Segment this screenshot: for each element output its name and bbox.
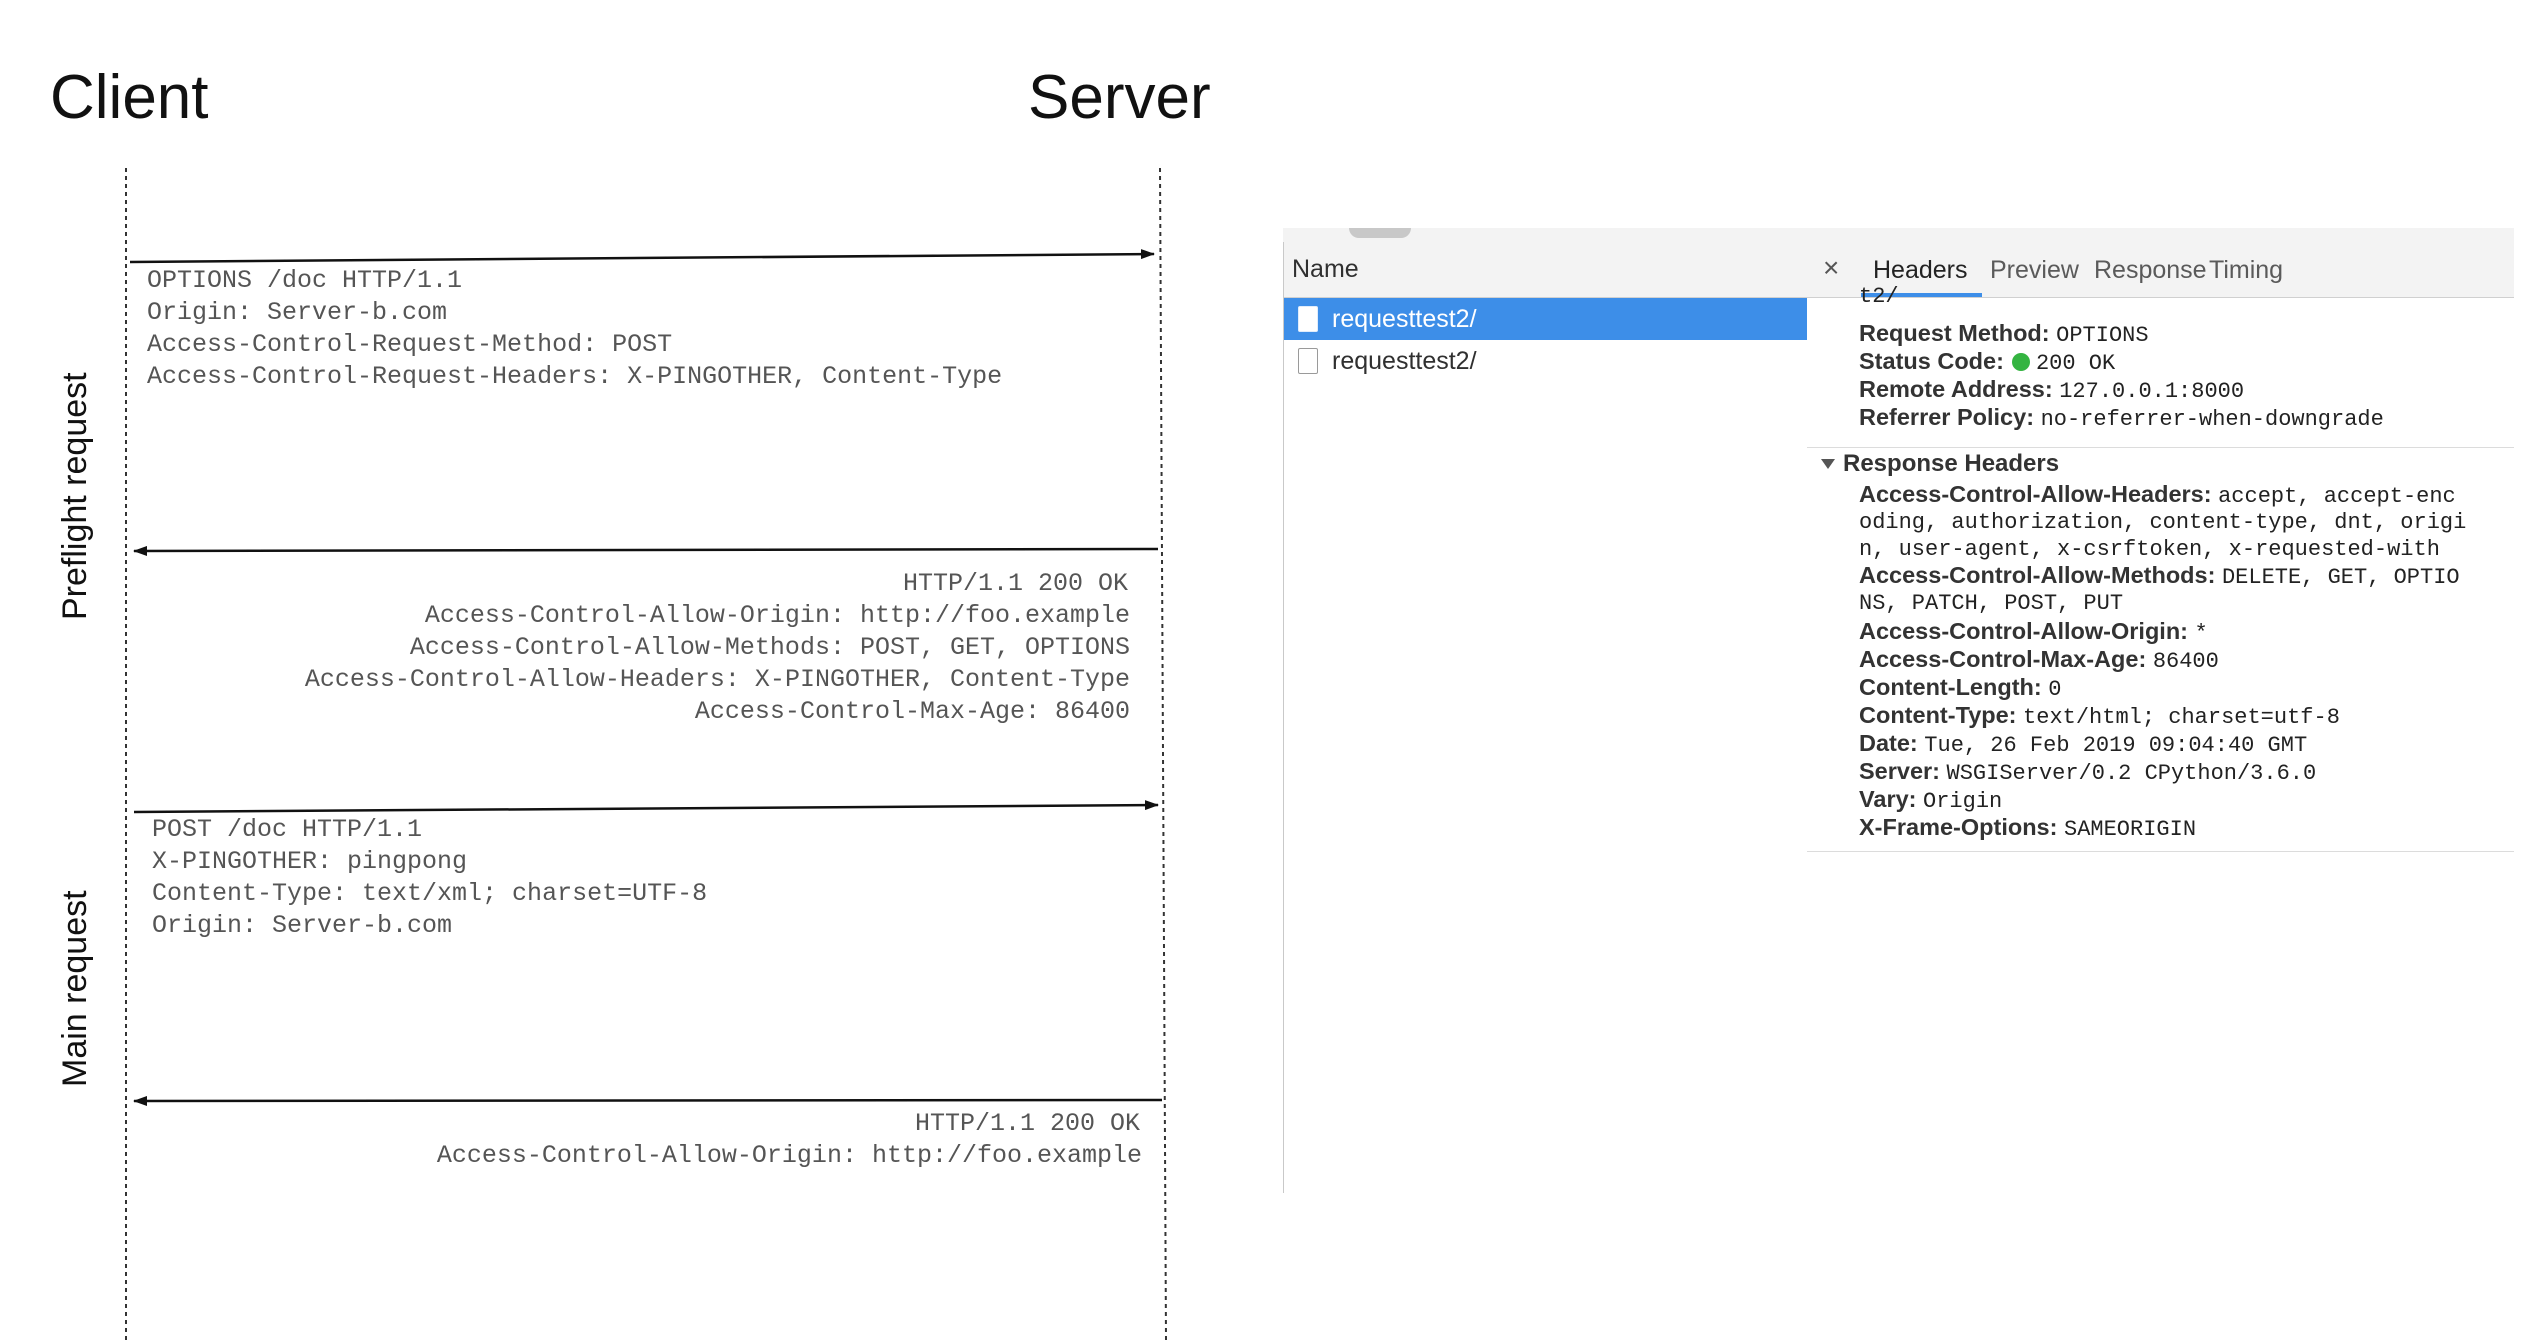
header-key: Request Method:	[1859, 320, 2050, 346]
header-key: Access-Control-Allow-Origin:	[1859, 618, 2189, 644]
headers-body: t2/ Request Method: OPTIONS Status Code:…	[1807, 284, 2514, 1193]
header-value-wrap: NS, PATCH, POST, PUT	[1859, 591, 2124, 616]
server-label: Server	[1028, 63, 1211, 132]
header-key: Content-Type:	[1859, 702, 2017, 728]
section-divider	[1807, 851, 2514, 852]
file-icon	[1298, 306, 1318, 332]
details-tabbar: × Headers Preview Response Timing	[1807, 242, 2514, 298]
preflight-request-line: Access-Control-Request-Method: POST	[147, 330, 672, 359]
header-value: Origin	[1923, 789, 2003, 814]
preflight-response-line: Access-Control-Allow-Origin: http://foo.…	[425, 601, 1130, 630]
close-icon[interactable]: ×	[1823, 252, 1839, 284]
tab-headers[interactable]: Headers	[1873, 256, 1968, 285]
header-value-wrap: n, user-agent, x-csrftoken, x-requested-…	[1859, 537, 2440, 562]
header-value: 0	[2048, 677, 2062, 702]
header-key: Server:	[1859, 758, 1940, 784]
name-column-header[interactable]: Name	[1284, 242, 1807, 298]
main-request-line: Content-Type: text/xml; charset=UTF-8	[152, 879, 707, 908]
request-name: requesttest2/	[1332, 304, 1477, 333]
header-key: Content-Length:	[1859, 674, 2042, 700]
preflight-response-line: Access-Control-Max-Age: 86400	[695, 697, 1130, 726]
header-value: 200 OK	[2035, 351, 2116, 376]
header-key: Vary:	[1859, 786, 1917, 812]
triangle-down-icon	[1821, 459, 1835, 469]
vary-row: Vary: Origin	[1859, 786, 2002, 814]
main-response-arrow	[133, 1095, 1163, 1106]
section-title: Response Headers	[1843, 450, 2060, 477]
header-key: Date:	[1859, 730, 1918, 756]
header-value: 127.0.0.1:8000	[2059, 379, 2245, 404]
date-row: Date: Tue, 26 Feb 2019 09:04:40 GMT	[1859, 730, 2307, 758]
preflight-request-label: Preflight request	[56, 372, 94, 620]
header-value: *	[2194, 621, 2208, 646]
max-age-row: Access-Control-Max-Age: 86400	[1859, 646, 2219, 674]
preflight-response-line: HTTP/1.1 200 OK	[903, 569, 1128, 598]
allow-methods-row: Access-Control-Allow-Methods: DELETE, GE…	[1859, 562, 2460, 590]
header-value: no-referrer-when-downgrade	[2040, 407, 2384, 432]
file-icon	[1298, 348, 1318, 374]
status-code-row: Status Code: 200 OK	[1859, 348, 2115, 376]
request-row[interactable]: requesttest2/	[1284, 340, 1807, 382]
request-row[interactable]: requesttest2/	[1284, 298, 1807, 340]
allow-headers-row: Access-Control-Allow-Headers: accept, ac…	[1859, 481, 2456, 509]
header-value: 86400	[2152, 649, 2219, 674]
header-value: DELETE, GET, OPTIO	[2221, 565, 2460, 590]
request-list: Name requesttest2/ requesttest2/	[1283, 242, 1808, 1193]
toolbar-pill[interactable]	[1349, 228, 1411, 238]
header-value: WSGIServer/0.2 CPython/3.6.0	[1946, 761, 2317, 786]
request-details: × Headers Preview Response Timing t2/ Re…	[1807, 242, 2514, 1193]
main-request-line: POST /doc HTTP/1.1	[152, 815, 422, 844]
content-type-row: Content-Type: text/html; charset=utf-8	[1859, 702, 2340, 730]
preflight-request-line: Origin: Server-b.com	[147, 298, 447, 327]
preflight-request-line: OPTIONS /doc HTTP/1.1	[147, 266, 462, 295]
server-row: Server: WSGIServer/0.2 CPython/3.6.0	[1859, 758, 2316, 786]
status-ok-icon	[2011, 353, 2030, 371]
tab-timing[interactable]: Timing	[2209, 256, 2283, 285]
preflight-response-line: Access-Control-Allow-Headers: X-PINGOTHE…	[305, 665, 1130, 694]
section-divider	[1807, 447, 2514, 448]
response-headers-toggle[interactable]: Response Headers	[1821, 450, 2059, 478]
main-response-line: Access-Control-Allow-Origin: http://foo.…	[437, 1141, 1142, 1170]
header-value: accept, accept-enc	[2218, 484, 2456, 509]
clipped-text: t2/	[1859, 284, 1899, 309]
devtools-network-panel: Name requesttest2/ requesttest2/ × Heade…	[1283, 228, 2514, 1193]
preflight-response-line: Access-Control-Allow-Methods: POST, GET,…	[410, 633, 1130, 662]
header-key: Status Code:	[1859, 348, 2004, 374]
preflight-response-arrow	[133, 545, 1159, 556]
header-value: OPTIONS	[2056, 323, 2149, 348]
remote-address-row: Remote Address: 127.0.0.1:8000	[1859, 376, 2244, 404]
request-method-row: Request Method: OPTIONS	[1859, 320, 2149, 348]
header-key: Remote Address:	[1859, 376, 2053, 402]
main-request-label: Main request	[56, 890, 94, 1087]
header-value-wrap: oding, authorization, content-type, dnt,…	[1859, 510, 2467, 535]
server-lifeline	[1159, 167, 1167, 1341]
cors-sequence-diagram: Client Server Preflight request Main req…	[50, 63, 1211, 1341]
main-request-line: Origin: Server-b.com	[152, 911, 452, 940]
header-value: SAMEORIGIN	[2064, 817, 2197, 842]
preflight-request-arrow	[129, 249, 1155, 264]
main-request-line: X-PINGOTHER: pingpong	[152, 847, 467, 876]
referrer-policy-row: Referrer Policy: no-referrer-when-downgr…	[1859, 404, 2384, 432]
header-key: Access-Control-Allow-Headers:	[1859, 481, 2212, 507]
header-key: Access-Control-Max-Age:	[1859, 646, 2147, 672]
allow-origin-row: Access-Control-Allow-Origin: *	[1859, 618, 2208, 646]
content-length-row: Content-Length: 0	[1859, 674, 2061, 702]
header-key: Access-Control-Allow-Methods:	[1859, 562, 2216, 588]
client-label: Client	[50, 63, 209, 132]
request-name: requesttest2/	[1332, 346, 1477, 375]
main-response-line: HTTP/1.1 200 OK	[915, 1109, 1140, 1138]
tab-preview[interactable]: Preview	[1990, 256, 2079, 285]
header-value: text/html; charset=utf-8	[2023, 705, 2340, 730]
tab-response[interactable]: Response	[2094, 256, 2207, 285]
header-key: X-Frame-Options:	[1859, 814, 2058, 840]
x-frame-options-row: X-Frame-Options: SAMEORIGIN	[1859, 814, 2196, 842]
header-key: Referrer Policy:	[1859, 404, 2035, 430]
header-value: Tue, 26 Feb 2019 09:04:40 GMT	[1924, 733, 2308, 758]
main-request-arrow	[133, 800, 1159, 814]
devtools-toolbar-strip	[1283, 228, 2514, 243]
preflight-request-line: Access-Control-Request-Headers: X-PINGOT…	[147, 362, 1002, 391]
